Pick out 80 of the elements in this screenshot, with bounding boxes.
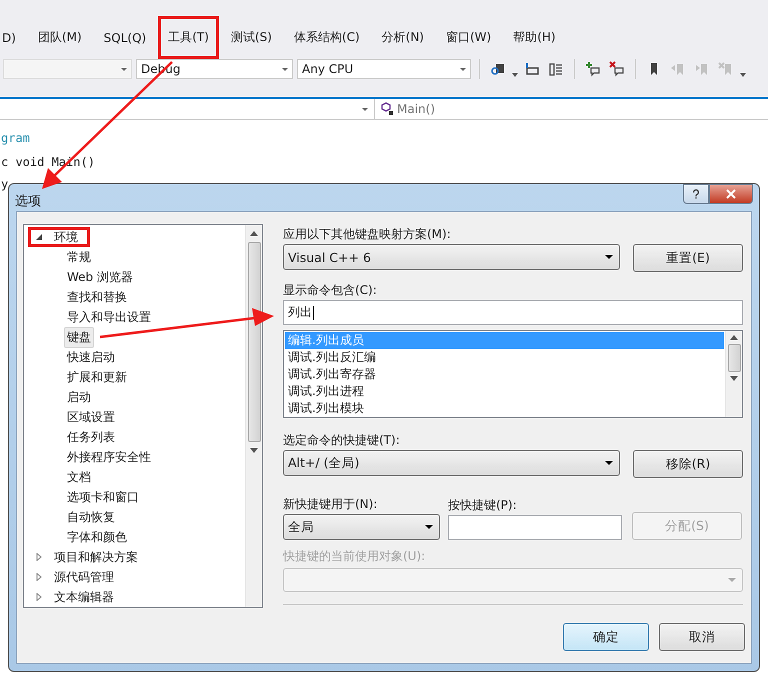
dialog-title: 选项 (15, 193, 41, 210)
tree-label[interactable]: 源代码管理 (51, 566, 117, 588)
field-label: 新快捷键用于(N): (283, 496, 378, 513)
indent-icon[interactable] (524, 61, 540, 77)
menu-item[interactable]: SQL(Q) (94, 18, 156, 58)
expand-icon[interactable] (35, 593, 43, 601)
close-button[interactable] (709, 184, 753, 204)
tree-item[interactable]: 区域设置 (64, 406, 118, 428)
tree-item[interactable]: 项目和解决方案 (28, 547, 150, 567)
expand-icon[interactable] (35, 573, 43, 581)
collapse-icon[interactable] (35, 233, 43, 241)
scroll-up-icon[interactable] (250, 231, 258, 236)
code-line: gram (1, 130, 30, 146)
comment-add-icon[interactable] (585, 61, 601, 77)
close-icon[interactable] (726, 189, 736, 199)
field-label: 按快捷键(P): (448, 497, 518, 514)
tree-item[interactable]: 字体和颜色 (64, 526, 130, 548)
tree-item[interactable]: 导入和导出设置 (64, 306, 154, 328)
scroll-down-icon[interactable] (730, 376, 738, 381)
tree-item[interactable]: 键盘 (64, 326, 94, 348)
field-label: 显示命令包含(C): (283, 282, 378, 299)
tree-item[interactable]: 环境 (28, 227, 90, 247)
tree-label[interactable]: 环境 (51, 226, 81, 248)
list-item[interactable]: 调试.列出寄存器 (285, 366, 724, 383)
ok-button[interactable]: 确定 (563, 623, 649, 651)
scrollbar[interactable] (245, 225, 262, 607)
scrollbar-thumb[interactable] (248, 242, 260, 442)
menu-item[interactable]: D) (0, 18, 26, 58)
toolbar-dropdown[interactable]: Any CPU (297, 59, 471, 79)
list-item[interactable]: 调试.列出反汇编 (285, 349, 724, 366)
help-icon[interactable] (692, 188, 700, 200)
tree-item[interactable]: 常规 (64, 246, 94, 268)
code-line: y (1, 178, 8, 190)
tree-item[interactable]: 查找和替换 (64, 286, 130, 308)
find-icon[interactable] (490, 61, 506, 77)
expand-icon[interactable] (35, 553, 43, 561)
menu-item[interactable]: 工具(T) (158, 16, 219, 59)
tree-item[interactable]: 扩展和更新 (64, 366, 130, 388)
outdent-icon[interactable] (548, 61, 564, 77)
comment-remove-icon[interactable] (609, 61, 625, 77)
method-icon (381, 102, 395, 116)
list-item[interactable]: 调试.列出模块 (285, 400, 724, 417)
reset-button[interactable]: 重置(E) (633, 244, 743, 272)
menu-item[interactable]: 分析(N) (372, 16, 434, 59)
scope-dropdown[interactable]: 全局 (283, 514, 440, 540)
menu-item[interactable]: 帮助(H) (503, 16, 566, 59)
menu-item[interactable]: 团队(M) (28, 16, 92, 59)
tree-label[interactable]: 项目和解决方案 (51, 546, 141, 568)
tree-item[interactable]: 任务列表 (64, 426, 118, 448)
scrollbar-thumb[interactable] (728, 344, 740, 372)
scroll-down-icon[interactable] (250, 448, 258, 453)
shortcut-input[interactable] (448, 515, 622, 540)
scroll-up-icon[interactable] (730, 335, 738, 340)
tree-item[interactable]: 文档 (64, 466, 94, 488)
tree-item[interactable]: 快速启动 (64, 346, 118, 368)
tree-item[interactable]: 选项卡和窗口 (64, 486, 142, 508)
field-label: 快捷键的当前使用对象(U): (283, 548, 426, 565)
menu-item[interactable]: 测试(S) (220, 16, 282, 59)
caret-icon[interactable] (512, 73, 518, 77)
tree-item[interactable]: 启动 (64, 386, 94, 408)
tree-item[interactable]: 外接程序安全性 (64, 446, 154, 468)
field-label: 选定命令的快捷键(T): (283, 432, 401, 449)
tree-item[interactable]: 文本编辑器 (28, 587, 126, 607)
caret-icon[interactable] (740, 73, 746, 77)
help-button[interactable] (683, 184, 709, 204)
scheme-dropdown[interactable]: Visual C++ 6 (283, 244, 620, 270)
menu-item[interactable]: 窗口(W) (436, 16, 502, 59)
scrollbar[interactable] (725, 331, 742, 417)
menu-item[interactable]: 体系结构(C) (284, 16, 370, 59)
remove-button[interactable]: 移除(R) (633, 450, 743, 478)
member-dropdown[interactable]: Main() (375, 99, 436, 119)
tree-label[interactable]: 文本编辑器 (51, 586, 117, 608)
filter-input[interactable]: 列出 (283, 300, 743, 325)
tree-item[interactable]: 源代码管理 (28, 567, 126, 587)
tree-item[interactable]: Web 浏览器 (64, 266, 136, 288)
list-item[interactable]: 调试.列出进程 (285, 383, 724, 400)
field-label: 应用以下其他键盘映射方案(M): (283, 226, 452, 243)
shortcut-dropdown[interactable]: Alt+/ (全局) (283, 450, 620, 476)
tree-item[interactable]: 自动恢复 (64, 506, 118, 528)
cancel-button[interactable]: 取消 (659, 623, 745, 651)
